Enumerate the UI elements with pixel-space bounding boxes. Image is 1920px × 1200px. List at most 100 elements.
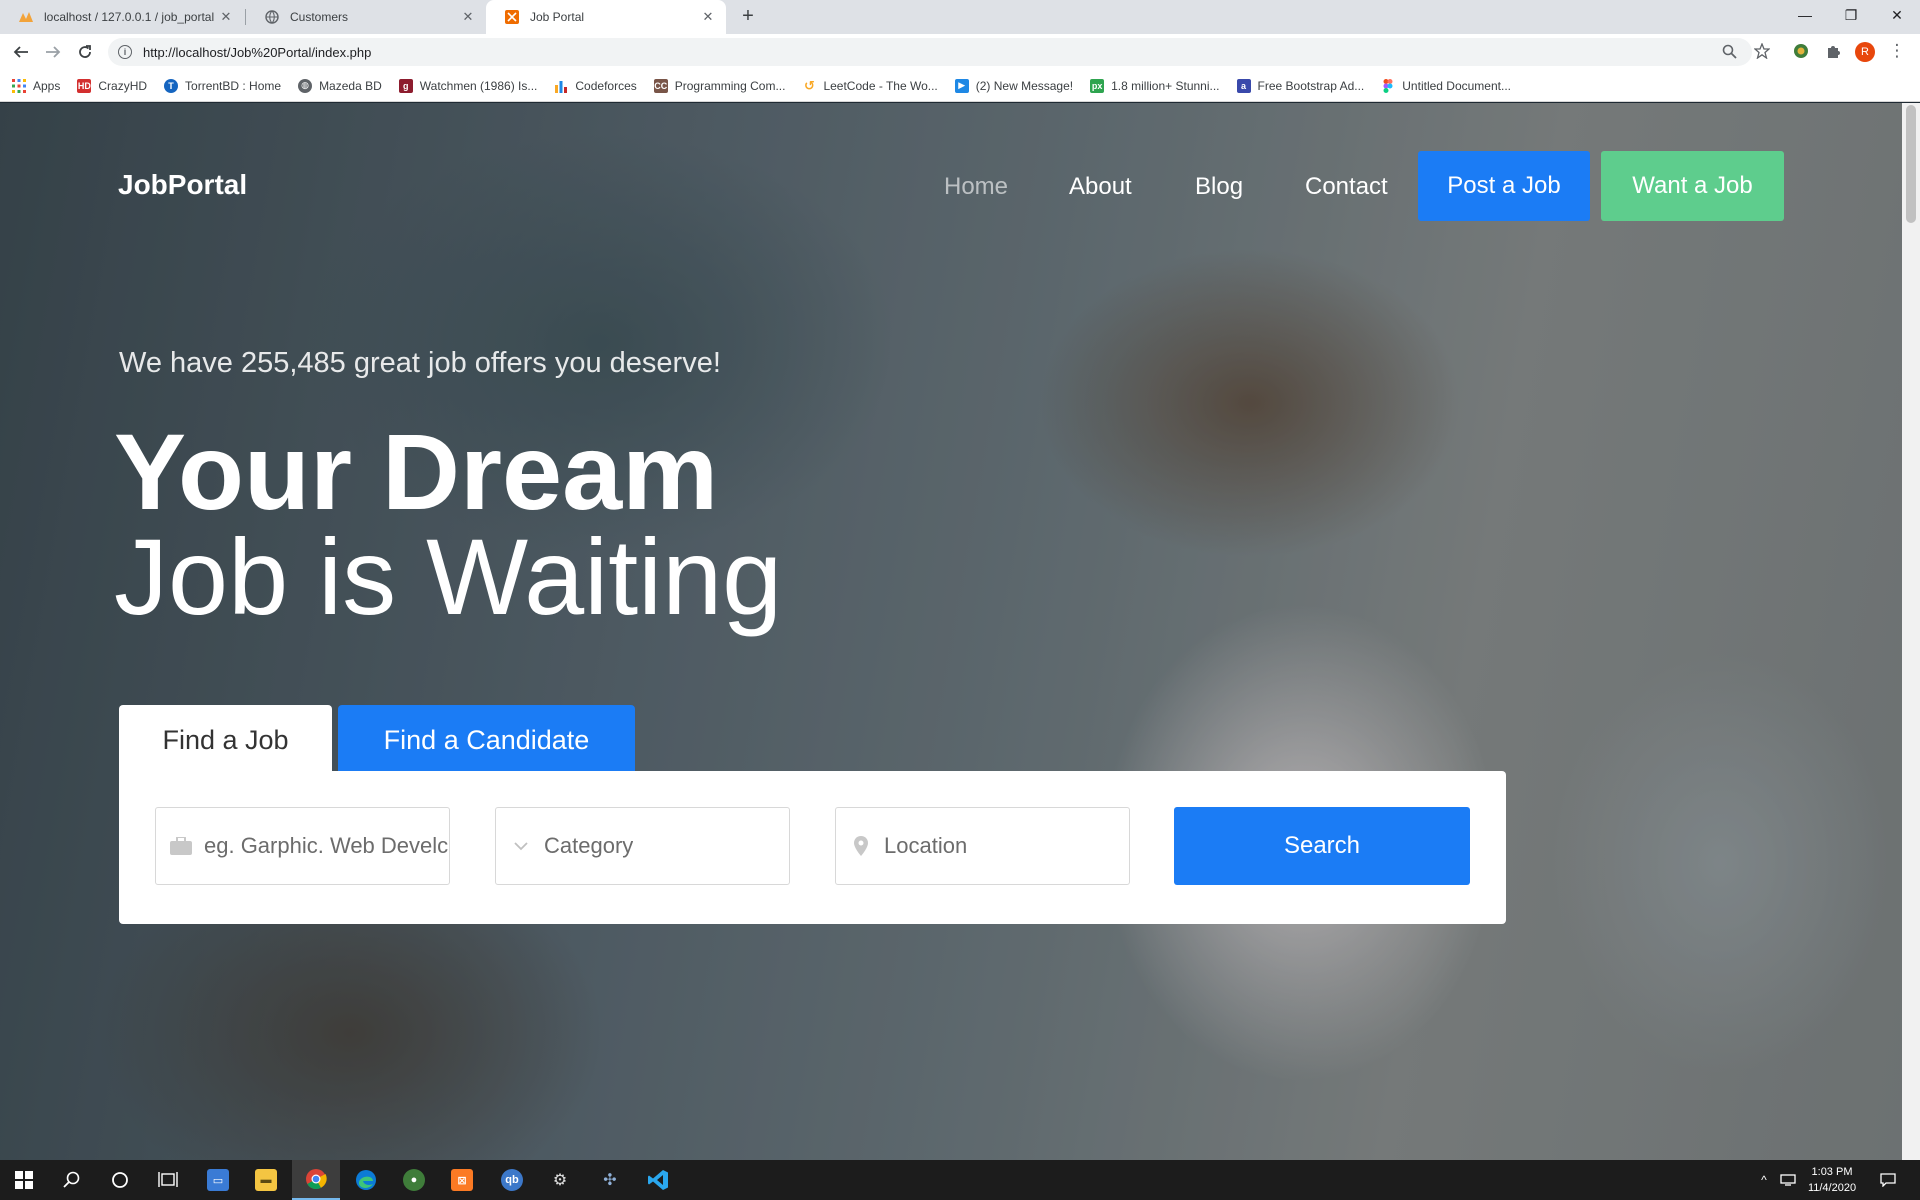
profile-avatar[interactable]: R	[1855, 42, 1875, 62]
keyword-input[interactable]: eg. Garphic. Web Develc	[155, 807, 450, 885]
app-icon[interactable]: ✣	[586, 1160, 634, 1200]
codechef-icon: CC	[653, 78, 668, 93]
globe-icon: ◍	[298, 78, 313, 93]
tab-title: Job Portal	[530, 10, 585, 24]
bookmark-label: Mazeda BD	[319, 78, 382, 93]
bookmark-label: CrazyHD	[98, 78, 148, 93]
file-explorer-icon[interactable]: ▬	[242, 1160, 290, 1200]
hero-tagline: We have 255,485 great job offers you des…	[119, 347, 721, 379]
windows-start-icon[interactable]	[0, 1160, 48, 1200]
bookmark-label: TorrentBD : Home	[185, 78, 282, 93]
tab-title: localhost / 127.0.0.1 / job_portal	[44, 10, 215, 24]
network-icon[interactable]	[1776, 1160, 1800, 1200]
nav-link-about[interactable]: About	[1069, 173, 1132, 201]
bookmark-item[interactable]: Untitled Document...	[1381, 78, 1511, 93]
browser-toolbar: i http://localhost/Job%20Portal/index.ph…	[0, 34, 1920, 70]
browser-tab-job-portal[interactable]: Job Portal ✕	[486, 0, 726, 34]
tab-find-a-candidate[interactable]: Find a Candidate	[338, 705, 635, 775]
reload-icon[interactable]	[72, 40, 98, 64]
task-view-icon[interactable]	[144, 1160, 192, 1200]
bookmark-item[interactable]: px 1.8 million+ Stunni...	[1090, 78, 1220, 93]
chevron-down-icon	[510, 841, 532, 851]
address-bar[interactable]: i http://localhost/Job%20Portal/index.ph…	[108, 38, 1752, 66]
browser-tab-strip: localhost / 127.0.0.1 / job_portal ✕ Cus…	[0, 0, 1920, 34]
pixabay-icon: px	[1090, 78, 1105, 93]
file-manager-icon[interactable]: ▭	[194, 1160, 242, 1200]
figma-icon	[1381, 78, 1395, 93]
bookmark-item[interactable]: Apps	[12, 78, 60, 93]
nav-link-blog[interactable]: Blog	[1195, 173, 1243, 201]
puzzle-icon[interactable]	[1820, 39, 1846, 63]
tab-find-a-job[interactable]: Find a Job	[119, 705, 332, 775]
category-select[interactable]: Category	[495, 807, 790, 885]
bookmark-star-icon[interactable]	[1749, 39, 1775, 63]
close-icon[interactable]: ✕	[700, 9, 716, 25]
location-input[interactable]: Location	[835, 807, 1130, 885]
notification-icon[interactable]	[1876, 1160, 1900, 1200]
app-icon[interactable]: ⚙	[536, 1160, 584, 1200]
cortana-icon[interactable]	[96, 1160, 144, 1200]
bookmark-label: Codeforces	[575, 78, 637, 93]
bookmark-label: (2) New Message!	[975, 78, 1074, 93]
zoom-icon[interactable]	[1716, 39, 1742, 63]
goodreads-icon: g	[398, 78, 413, 93]
nav-link-contact[interactable]: Contact	[1305, 173, 1388, 201]
vscode-icon[interactable]	[634, 1160, 682, 1200]
map-pin-icon	[850, 836, 872, 856]
torrentbd-icon: T	[164, 78, 179, 93]
scrollbar-thumb[interactable]	[1906, 105, 1916, 223]
post-a-job-button[interactable]: Post a Job	[1418, 151, 1590, 221]
bookmark-label: Untitled Document...	[1402, 78, 1511, 93]
page-scrollbar[interactable]	[1902, 103, 1920, 1160]
clock-date: 11/4/2020	[1807, 1182, 1857, 1194]
app-icon[interactable]: ●	[390, 1160, 438, 1200]
close-icon[interactable]: ✕	[218, 9, 234, 25]
want-a-job-button[interactable]: Want a Job	[1601, 151, 1784, 221]
bookmark-label: Free Bootstrap Ad...	[1257, 78, 1365, 93]
close-icon[interactable]: ✕	[460, 9, 476, 25]
info-icon[interactable]: i	[118, 45, 132, 59]
bookmark-item[interactable]: HD CrazyHD	[77, 78, 148, 93]
hero-headline-bold: Your Dream	[114, 411, 719, 532]
edge-icon[interactable]	[342, 1160, 390, 1200]
bookmark-item[interactable]: Codeforces	[554, 78, 637, 93]
window-close-icon[interactable]: ✕	[1874, 0, 1920, 30]
url-text: http://localhost/Job%20Portal/index.php	[143, 44, 372, 60]
chrome-icon[interactable]	[292, 1160, 340, 1200]
bookmark-item[interactable]: ↺ LeetCode - The Wo...	[802, 77, 938, 93]
back-arrow-icon[interactable]	[8, 40, 34, 64]
browser-tab-customers[interactable]: Customers ✕	[246, 0, 486, 34]
bookmark-item[interactable]: ◍ Mazeda BD	[298, 78, 382, 93]
browser-tab-phpmyadmin[interactable]: localhost / 127.0.0.1 / job_portal ✕	[0, 0, 244, 34]
bootstrap-icon: a	[1236, 78, 1251, 93]
bookmark-label: LeetCode - The Wo...	[823, 78, 938, 93]
restore-icon[interactable]: ❐	[1828, 0, 1874, 30]
search-icon[interactable]	[48, 1160, 96, 1200]
bookmark-item[interactable]: g Watchmen (1986) Is...	[398, 78, 537, 93]
bookmark-item[interactable]: CC Programming Com...	[653, 78, 785, 93]
minimize-icon[interactable]: —	[1782, 0, 1828, 30]
play-icon: ▶	[954, 78, 969, 93]
extension-icon[interactable]	[1788, 39, 1814, 63]
bookmarks-bar: Apps HD CrazyHD T TorrentBD : Home ◍ Mazeda…	[0, 70, 1920, 102]
apps-grid-icon	[12, 78, 26, 93]
forward-arrow-icon[interactable]	[40, 40, 66, 64]
codeforces-icon	[554, 79, 568, 93]
site-logo[interactable]: JobPortal	[118, 169, 247, 201]
search-button[interactable]: Search	[1174, 807, 1470, 885]
qbittorrent-icon[interactable]: qb	[488, 1160, 536, 1200]
bookmark-label: 1.8 million+ Stunni...	[1111, 78, 1220, 93]
windows-taskbar: ▭ ▬ ● ⊠ qb ⚙ ✣ ^ 1:03 PM 11/4/2020	[0, 1160, 1920, 1200]
leetcode-icon: ↺	[804, 77, 815, 93]
xampp-icon[interactable]: ⊠	[438, 1160, 486, 1200]
bookmark-item[interactable]: ▶ (2) New Message!	[954, 78, 1074, 93]
system-clock[interactable]: 1:03 PM 11/4/2020	[1800, 1164, 1864, 1196]
bookmark-item[interactable]: a Free Bootstrap Ad...	[1236, 78, 1365, 93]
tray-chevron-up-icon[interactable]: ^	[1752, 1160, 1776, 1200]
new-tab-plus-icon[interactable]: +	[736, 5, 760, 29]
site-icon	[504, 9, 520, 25]
bookmark-item[interactable]: T TorrentBD : Home	[164, 78, 282, 93]
menu-kebab-icon[interactable]: ⋮	[1884, 39, 1910, 63]
category-placeholder: Category	[544, 833, 634, 858]
nav-link-home[interactable]: Home	[944, 173, 1008, 201]
